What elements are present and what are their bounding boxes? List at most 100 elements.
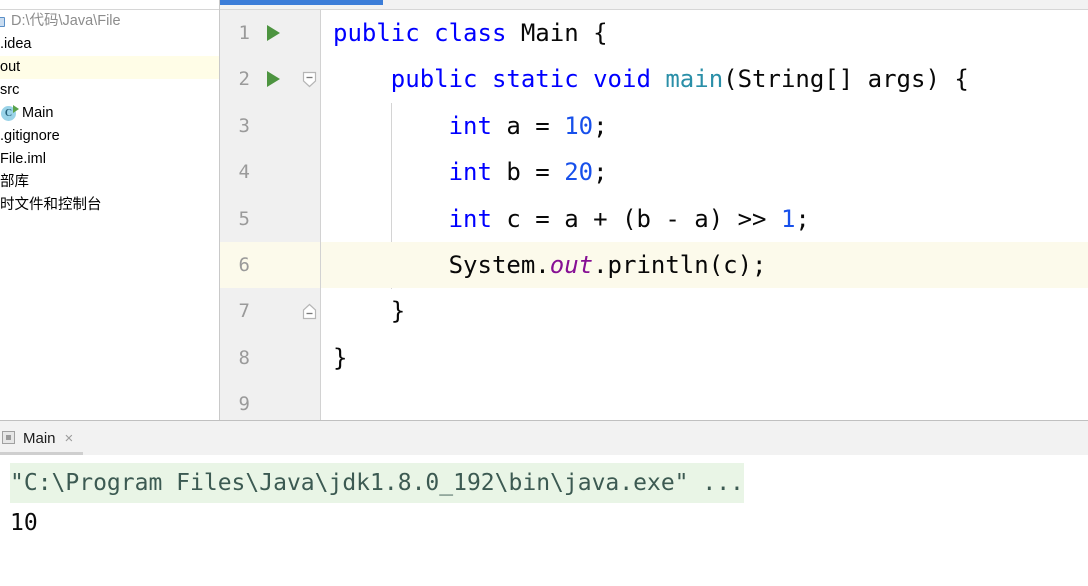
- ide-window: D:\代码\Java\File .idea out src C Main .gi…: [0, 0, 1088, 586]
- line-number: 8: [238, 346, 250, 369]
- run-arrow-icon[interactable]: [267, 25, 280, 42]
- code-text[interactable]: int c = a + (b - a) >> 1;: [321, 195, 1088, 241]
- fold-open-icon[interactable]: [301, 71, 318, 88]
- code-scroll-area[interactable]: 1 public class Main { 2 public static vo…: [220, 9, 1088, 420]
- gutter[interactable]: 1: [220, 9, 321, 57]
- tree-item-label: 部库: [0, 174, 29, 190]
- code-text[interactable]: System. out .println(c);: [321, 242, 1088, 288]
- code-line-current[interactable]: 6 System. out .println(c);: [220, 241, 1088, 289]
- tree-item-scratches-and-consoles[interactable]: 时文件和控制台: [0, 194, 219, 217]
- keyword-token: int: [448, 204, 492, 233]
- close-icon[interactable]: ×: [65, 431, 74, 446]
- brace-token: }: [390, 297, 406, 326]
- gutter[interactable]: 2: [220, 56, 321, 103]
- code-fragment: a =: [491, 111, 565, 140]
- tree-item-label: File.iml: [0, 151, 46, 167]
- code-fragment: ;: [795, 204, 810, 233]
- code-line[interactable]: 7 }: [220, 288, 1088, 335]
- console-tab-bar[interactable]: Main ×: [0, 421, 1088, 455]
- gutter[interactable]: 6: [220, 241, 321, 289]
- code-line[interactable]: 8 }: [220, 334, 1088, 381]
- line-number: 9: [238, 393, 250, 416]
- number-token: 10: [564, 111, 594, 140]
- run-config-icon: [2, 430, 17, 446]
- number-token: 1: [780, 204, 796, 233]
- code-fragment: ;: [593, 158, 608, 187]
- tree-item-main-class[interactable]: C Main: [0, 102, 219, 125]
- field-token: out: [549, 250, 594, 279]
- brace-token: }: [333, 343, 348, 372]
- code-line[interactable]: 4 int b = 20;: [220, 149, 1088, 196]
- code-text[interactable]: public static void main (String[] args) {: [321, 56, 1088, 102]
- active-tab-indicator: [220, 0, 383, 5]
- number-token: 20: [564, 158, 594, 187]
- console-output[interactable]: "C:\Program Files\Java\jdk1.8.0_192\bin\…: [0, 455, 1088, 586]
- method-name-token: main: [665, 65, 724, 94]
- console-tab-label: Main: [23, 429, 56, 447]
- code-text[interactable]: int b = 20;: [321, 149, 1088, 195]
- class-name-token: Main: [520, 19, 579, 48]
- tree-item-label: Main: [22, 105, 54, 121]
- tree-item-label: src: [0, 82, 20, 98]
- gutter[interactable]: 7: [220, 288, 321, 335]
- code-editor[interactable]: 1 public class Main { 2 public static vo…: [220, 0, 1088, 420]
- project-root-node[interactable]: D:\代码\Java\File: [0, 10, 219, 33]
- code-text[interactable]: }: [321, 288, 1088, 334]
- project-tool-window[interactable]: D:\代码\Java\File .idea out src C Main .gi…: [0, 0, 220, 420]
- keyword-token: int: [448, 158, 492, 187]
- tree-item-external-libraries[interactable]: 部库: [0, 171, 219, 194]
- tree-item-label: out: [0, 59, 21, 75]
- line-number: 7: [238, 300, 250, 323]
- gutter[interactable]: 4: [220, 149, 321, 196]
- console-command-line: "C:\Program Files\Java\jdk1.8.0_192\bin\…: [10, 463, 744, 503]
- params-token: (String[] args) {: [723, 65, 969, 94]
- project-root-label: D:\代码\Java\File: [11, 13, 121, 29]
- line-number: 2: [238, 68, 250, 91]
- code-fragment: .println(c);: [593, 250, 767, 279]
- run-tool-window[interactable]: Main × "C:\Program Files\Java\jdk1.8.0_1…: [0, 420, 1088, 586]
- code-line[interactable]: 5 int c = a + (b - a) >> 1;: [220, 195, 1088, 242]
- code-line[interactable]: 1 public class Main {: [220, 9, 1088, 57]
- sidebar-header: [0, 0, 219, 10]
- code-fragment: b =: [491, 158, 565, 187]
- code-text[interactable]: }: [321, 335, 1088, 381]
- tree-item-out[interactable]: out: [0, 56, 219, 79]
- editor-tab-strip[interactable]: [220, 0, 1088, 10]
- code-text[interactable]: [321, 381, 1088, 420]
- code-line[interactable]: 2 public static void main (String[] args)…: [220, 56, 1088, 103]
- tree-item-gitignore[interactable]: .gitignore: [0, 125, 219, 148]
- gutter[interactable]: 9: [220, 380, 321, 420]
- fold-close-icon[interactable]: [301, 303, 318, 320]
- code-fragment: ;: [593, 111, 608, 140]
- keyword-token: public: [390, 65, 478, 94]
- tree-item-label: .gitignore: [0, 128, 60, 144]
- code-text[interactable]: public class Main {: [321, 10, 1088, 56]
- upper-pane: D:\代码\Java\File .idea out src C Main .gi…: [0, 0, 1088, 420]
- line-number: 6: [238, 253, 250, 276]
- tree-item-label: .idea: [0, 36, 32, 52]
- brace-token: {: [593, 19, 608, 48]
- tree-item-file-iml[interactable]: File.iml: [0, 148, 219, 171]
- code-line[interactable]: 9: [220, 380, 1088, 420]
- line-number: 5: [238, 207, 250, 230]
- keyword-token: class: [434, 19, 507, 48]
- console-output-line: 10: [10, 510, 38, 536]
- gutter[interactable]: 5: [220, 195, 321, 242]
- gutter[interactable]: 3: [220, 102, 321, 150]
- java-class-icon: C: [1, 105, 19, 122]
- run-arrow-icon[interactable]: [267, 71, 280, 88]
- keyword-token: static: [491, 65, 579, 94]
- project-folder-icon: [0, 16, 7, 28]
- line-number: 1: [238, 22, 250, 45]
- tree-item-src[interactable]: src: [0, 79, 219, 102]
- tree-item-idea[interactable]: .idea: [0, 33, 219, 56]
- line-number: 3: [238, 114, 250, 137]
- code-text[interactable]: int a = 10;: [321, 103, 1088, 149]
- keyword-token: public: [333, 19, 420, 48]
- code-fragment: System.: [448, 250, 550, 279]
- code-line[interactable]: 3 int a = 10;: [220, 102, 1088, 150]
- keyword-token: void: [593, 65, 651, 94]
- gutter[interactable]: 8: [220, 334, 321, 381]
- line-number: 4: [238, 161, 250, 184]
- console-tab-main[interactable]: Main ×: [0, 421, 84, 455]
